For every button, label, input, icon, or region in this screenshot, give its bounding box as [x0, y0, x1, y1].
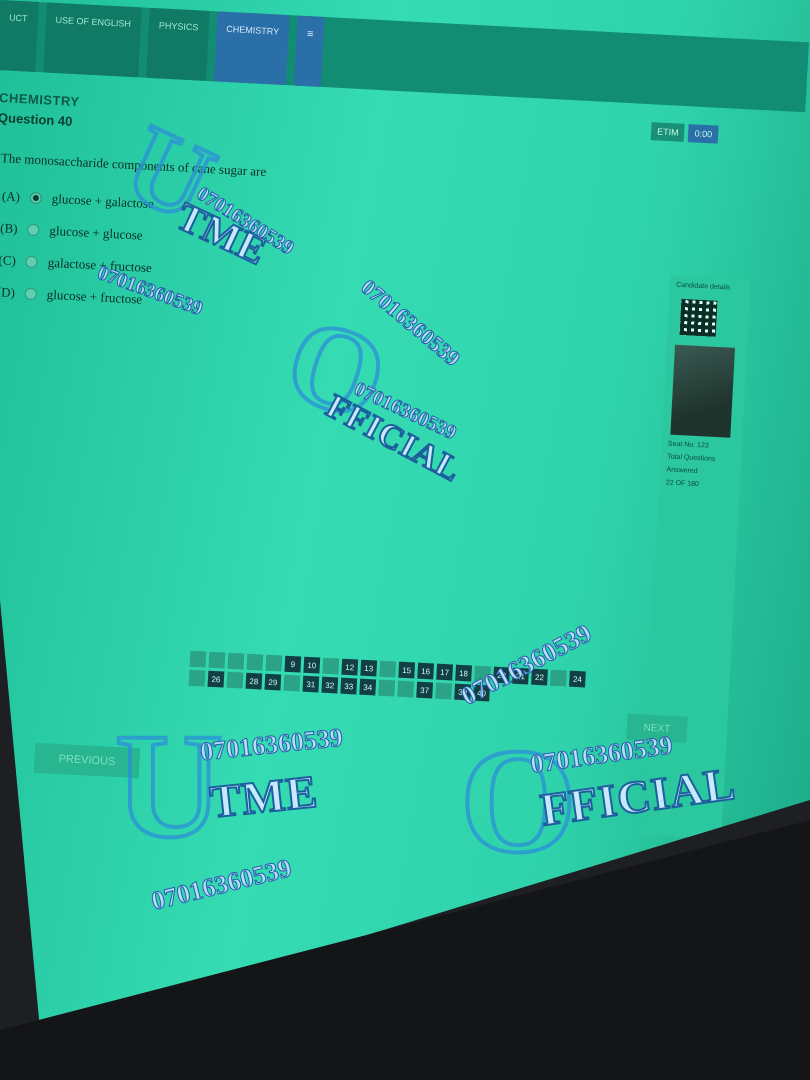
- question-nav-cell[interactable]: 17: [436, 663, 454, 681]
- tab-use-of-english[interactable]: USE OF ENGLISH: [42, 2, 142, 78]
- radio-b[interactable]: [27, 223, 40, 237]
- question-nav-cell[interactable]: [435, 682, 453, 700]
- tab-uct[interactable]: UCT: [0, 0, 39, 72]
- option-letter: (C): [0, 252, 17, 269]
- answered-label: Answered: [666, 466, 698, 476]
- question-nav-cell[interactable]: [397, 680, 415, 698]
- option-d[interactable]: (D) glucose + fructose: [0, 276, 151, 316]
- question-panel: CHEMISTRY Question 40 ETIM 0:00 The mono…: [0, 80, 759, 919]
- tab-chemistry[interactable]: CHEMISTRY: [213, 11, 290, 86]
- question-nav-cell[interactable]: [378, 679, 396, 697]
- question-nav-cell[interactable]: 21: [512, 667, 529, 685]
- question-text: The monosaccharide components of cane su…: [0, 150, 267, 180]
- question-nav-cell[interactable]: 16: [417, 662, 435, 680]
- option-text: galactose + fructose: [47, 254, 153, 276]
- question-nav-cell[interactable]: [265, 654, 283, 672]
- option-letter: (B): [0, 220, 18, 237]
- next-button[interactable]: NEXT: [626, 713, 688, 743]
- question-nav-cell[interactable]: [322, 657, 340, 675]
- answered-count: 22 OF 180: [665, 479, 700, 489]
- question-nav-cell[interactable]: [246, 653, 264, 671]
- question-nav-cell[interactable]: 28: [245, 672, 263, 690]
- question-nav-cell[interactable]: [208, 651, 226, 669]
- question-nav-cell[interactable]: 15: [398, 661, 416, 679]
- radio-c[interactable]: [25, 255, 39, 269]
- total-questions: Total Questions: [667, 453, 716, 463]
- question-nav-cell[interactable]: [226, 671, 244, 689]
- question-nav-cell[interactable]: 20: [493, 666, 510, 684]
- question-nav-cell[interactable]: [379, 660, 397, 678]
- option-text: glucose + galactose: [51, 190, 155, 212]
- timer: ETIM 0:00: [650, 122, 719, 144]
- question-nav-cell[interactable]: 22: [531, 668, 548, 686]
- question-nav-cell[interactable]: [227, 652, 245, 670]
- candidate-sidebar: Candidate details Seat No: 123 Total Que…: [641, 275, 751, 839]
- option-letter: (A): [1, 188, 21, 205]
- question-nav-cell[interactable]: 9: [284, 655, 302, 673]
- timer-label: ETIM: [650, 122, 686, 142]
- question-nav-cell[interactable]: 18: [455, 664, 473, 682]
- option-text: glucose + glucose: [49, 222, 144, 243]
- question-nav-cell[interactable]: 39: [454, 683, 472, 701]
- question-nav-cell[interactable]: [189, 650, 207, 668]
- question-grid: 9 10 12 13 15 16 17 18 20 21 22 24 26 28 29 31 32 33 34 37…: [188, 650, 586, 710]
- candidate-photo: [670, 344, 735, 438]
- option-text: glucose + fructose: [46, 286, 143, 307]
- question-nav-cell[interactable]: 26: [207, 670, 225, 688]
- question-nav-cell[interactable]: 32: [321, 676, 339, 694]
- menu-icon[interactable]: ≡: [294, 15, 325, 87]
- question-nav-cell[interactable]: [283, 674, 301, 692]
- question-nav-cell[interactable]: [474, 665, 491, 683]
- sidebar-title: Candidate details: [676, 281, 731, 292]
- question-nav-cell[interactable]: 40: [473, 684, 490, 702]
- question-nav-cell[interactable]: 31: [302, 675, 320, 693]
- radio-d[interactable]: [24, 287, 38, 301]
- question-nav-cell[interactable]: 29: [264, 673, 282, 691]
- question-nav-cell[interactable]: 33: [340, 677, 358, 695]
- seat-number: Seat No: 123: [667, 440, 709, 450]
- tab-physics[interactable]: PHYSICS: [146, 7, 210, 81]
- previous-button[interactable]: PREVIOUS: [33, 742, 141, 779]
- question-nav-cell[interactable]: 12: [341, 658, 359, 676]
- option-letter: (D): [0, 284, 16, 301]
- qr-code: [679, 298, 718, 337]
- question-nav-cell[interactable]: 13: [360, 659, 378, 677]
- question-nav-cell[interactable]: [550, 669, 567, 687]
- subject-title: CHEMISTRY: [0, 89, 80, 110]
- question-nav-cell[interactable]: [188, 669, 206, 687]
- question-number: Question 40: [0, 109, 73, 129]
- timer-value: 0:00: [688, 124, 719, 144]
- answer-options: (A) glucose + galactose (B) glucose + gl…: [0, 180, 156, 316]
- radio-a[interactable]: [29, 191, 43, 205]
- question-nav-cell[interactable]: 24: [569, 670, 586, 688]
- question-nav-cell[interactable]: 10: [303, 656, 321, 674]
- question-nav-cell[interactable]: 37: [416, 681, 434, 699]
- question-nav-cell[interactable]: 34: [359, 678, 377, 696]
